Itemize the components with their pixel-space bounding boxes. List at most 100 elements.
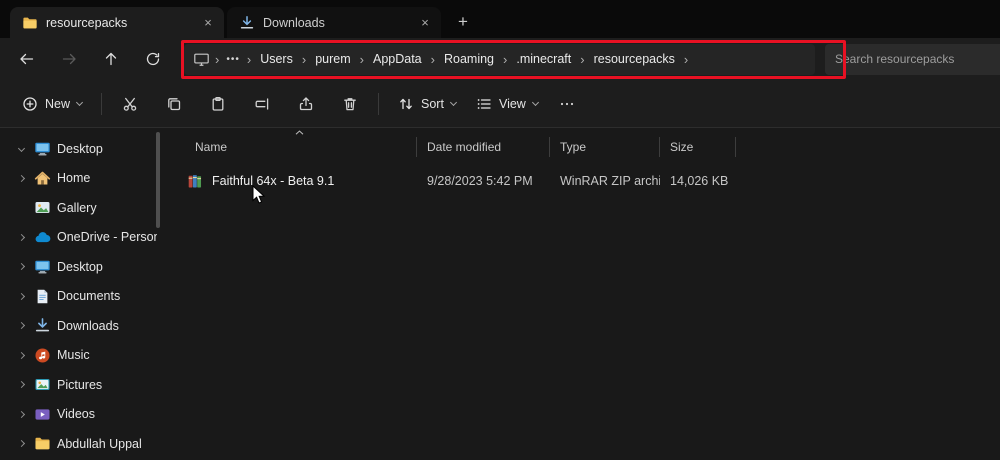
sidebar-item-gallery[interactable]: Gallery [4, 193, 157, 223]
sidebar-item-label: Desktop [57, 141, 103, 156]
delete-icon [342, 96, 358, 112]
back-button[interactable] [6, 43, 48, 75]
breadcrumb-item-resourcepacks[interactable]: resourcepacks [586, 49, 683, 69]
chevron-right-icon[interactable] [14, 440, 28, 448]
sidebar: Desktop Home Gallery OneDrive - Personal Des… [0, 128, 163, 460]
sidebar-list: Desktop Home Gallery OneDrive - Personal Des… [0, 134, 163, 459]
copy-icon [166, 96, 182, 112]
view-button[interactable]: View [466, 89, 548, 119]
forward-button [48, 43, 90, 75]
close-tab-icon[interactable]: × [198, 13, 218, 33]
cut-icon [122, 96, 138, 112]
download-icon [239, 15, 255, 31]
chevron-right-icon[interactable] [14, 174, 28, 182]
column-header-date-modified[interactable]: Date modified [417, 137, 550, 157]
sidebar-item-onedrive-personal[interactable]: OneDrive - Personal [4, 223, 157, 253]
monitor-icon [34, 140, 51, 157]
delete-button[interactable] [331, 87, 369, 121]
chevron-down-icon [75, 98, 84, 106]
sidebar-item-documents[interactable]: Documents [4, 282, 157, 312]
cut-button[interactable] [111, 87, 149, 121]
close-tab-icon[interactable]: × [415, 13, 435, 33]
zip-file-icon [187, 173, 204, 190]
up-button[interactable] [90, 43, 132, 75]
sidebar-item-home[interactable]: Home [4, 164, 157, 194]
chevron-right-icon[interactable] [14, 233, 28, 241]
sidebar-item-abdullah-uppal[interactable]: Abdullah Uppal [4, 429, 157, 459]
gallery-icon [34, 199, 51, 216]
breadcrumb: › ••• › Users › purem › AppData › Roaming › .minecr… [184, 43, 815, 75]
sort-button-label: Sort [421, 96, 444, 111]
sidebar-item-label: Videos [57, 407, 95, 422]
sidebar-item-downloads[interactable]: Downloads [4, 311, 157, 341]
tab-downloads[interactable]: Downloads × [227, 7, 441, 38]
breadcrumb-separator-icon: › [580, 51, 585, 67]
videos-icon [34, 406, 51, 423]
sidebar-item-music[interactable]: Music [4, 341, 157, 371]
sidebar-scrollbar[interactable] [156, 132, 160, 228]
sort-button[interactable]: Sort [388, 89, 466, 119]
breadcrumb-item-appdata[interactable]: AppData [365, 49, 430, 69]
chevron-right-icon[interactable] [14, 410, 28, 418]
toolbar-icon-group [111, 87, 369, 121]
copy-button[interactable] [155, 87, 193, 121]
more-options-icon [559, 96, 575, 112]
search-input[interactable] [825, 43, 1000, 75]
new-button[interactable]: New [12, 89, 92, 119]
column-header-size[interactable]: Size [660, 137, 736, 157]
file-size: 14,026 KB [670, 174, 729, 188]
breadcrumb-overflow-button[interactable]: ••• [220, 51, 246, 68]
sidebar-item-pictures[interactable]: Pictures [4, 370, 157, 400]
column-header-type[interactable]: Type [550, 137, 660, 157]
chevron-down-icon [531, 98, 539, 106]
chevron-right-icon[interactable] [14, 322, 28, 330]
files-header: Name Date modified Type Size [185, 130, 1000, 158]
content-area: Desktop Home Gallery OneDrive - Personal Des… [0, 128, 1000, 460]
chevron-right-icon[interactable] [14, 351, 28, 359]
sidebar-item-label: Pictures [57, 377, 103, 392]
file-date: 9/28/2023 5:42 PM [427, 174, 533, 188]
breadcrumb-item-purem[interactable]: purem [307, 49, 358, 69]
share-button[interactable] [287, 87, 325, 121]
tab-bar: resourcepacks × Downloads × + [0, 0, 1000, 38]
download-icon [34, 317, 51, 334]
paste-button[interactable] [199, 87, 237, 121]
nav-buttons [0, 43, 184, 75]
rename-button[interactable] [243, 87, 281, 121]
file-list: Faithful 64x - Beta 9.1 9/28/2023 5:42 PM… [163, 166, 1000, 196]
column-header-label: Name [195, 140, 228, 154]
sidebar-item-label: Gallery [57, 200, 97, 215]
sidebar-item-label: OneDrive - Personal [57, 230, 157, 245]
more-options-button[interactable] [548, 87, 586, 121]
column-header-label: Date modified [427, 140, 502, 154]
tab-resourcepacks[interactable]: resourcepacks × [10, 7, 224, 38]
column-header-name[interactable]: Name [185, 137, 417, 157]
chevron-down-icon[interactable] [14, 145, 28, 153]
file-row[interactable]: Faithful 64x - Beta 9.1 9/28/2023 5:42 PM… [185, 166, 1000, 196]
file-name: Faithful 64x - Beta 9.1 [212, 174, 335, 188]
sidebar-item-desktop[interactable]: Desktop [4, 252, 157, 282]
file-explorer-window: { "tabs": [ { "label": "resourcepacks", … [0, 0, 1000, 460]
chevron-right-icon[interactable] [14, 292, 28, 300]
sidebar-item-videos[interactable]: Videos [4, 400, 157, 430]
file-name-cell: Faithful 64x - Beta 9.1 [185, 173, 417, 190]
folder-icon [34, 435, 51, 452]
tab-label: Downloads [263, 15, 325, 30]
breadcrumb-item-roaming[interactable]: Roaming [436, 49, 502, 69]
sort-ascending-icon [295, 130, 304, 135]
sidebar-item-desktop[interactable]: Desktop [4, 134, 157, 164]
address-bar: › ••• › Users › purem › AppData › Roaming › .minecr… [0, 38, 1000, 80]
chevron-right-icon[interactable] [14, 263, 28, 271]
new-tab-button[interactable]: + [450, 9, 476, 35]
tab-label: resourcepacks [46, 15, 128, 30]
column-header-label: Size [670, 140, 694, 154]
breadcrumb-item-minecraft[interactable]: .minecraft [508, 49, 579, 69]
breadcrumb-separator-icon: › [683, 51, 689, 67]
sidebar-item-label: Home [57, 171, 91, 186]
home-icon [34, 170, 51, 187]
refresh-button[interactable] [132, 43, 174, 75]
column-header-label: Type [560, 140, 587, 154]
breadcrumb-item-users[interactable]: Users [252, 49, 301, 69]
chevron-right-icon[interactable] [14, 381, 28, 389]
computer-icon [188, 51, 214, 68]
